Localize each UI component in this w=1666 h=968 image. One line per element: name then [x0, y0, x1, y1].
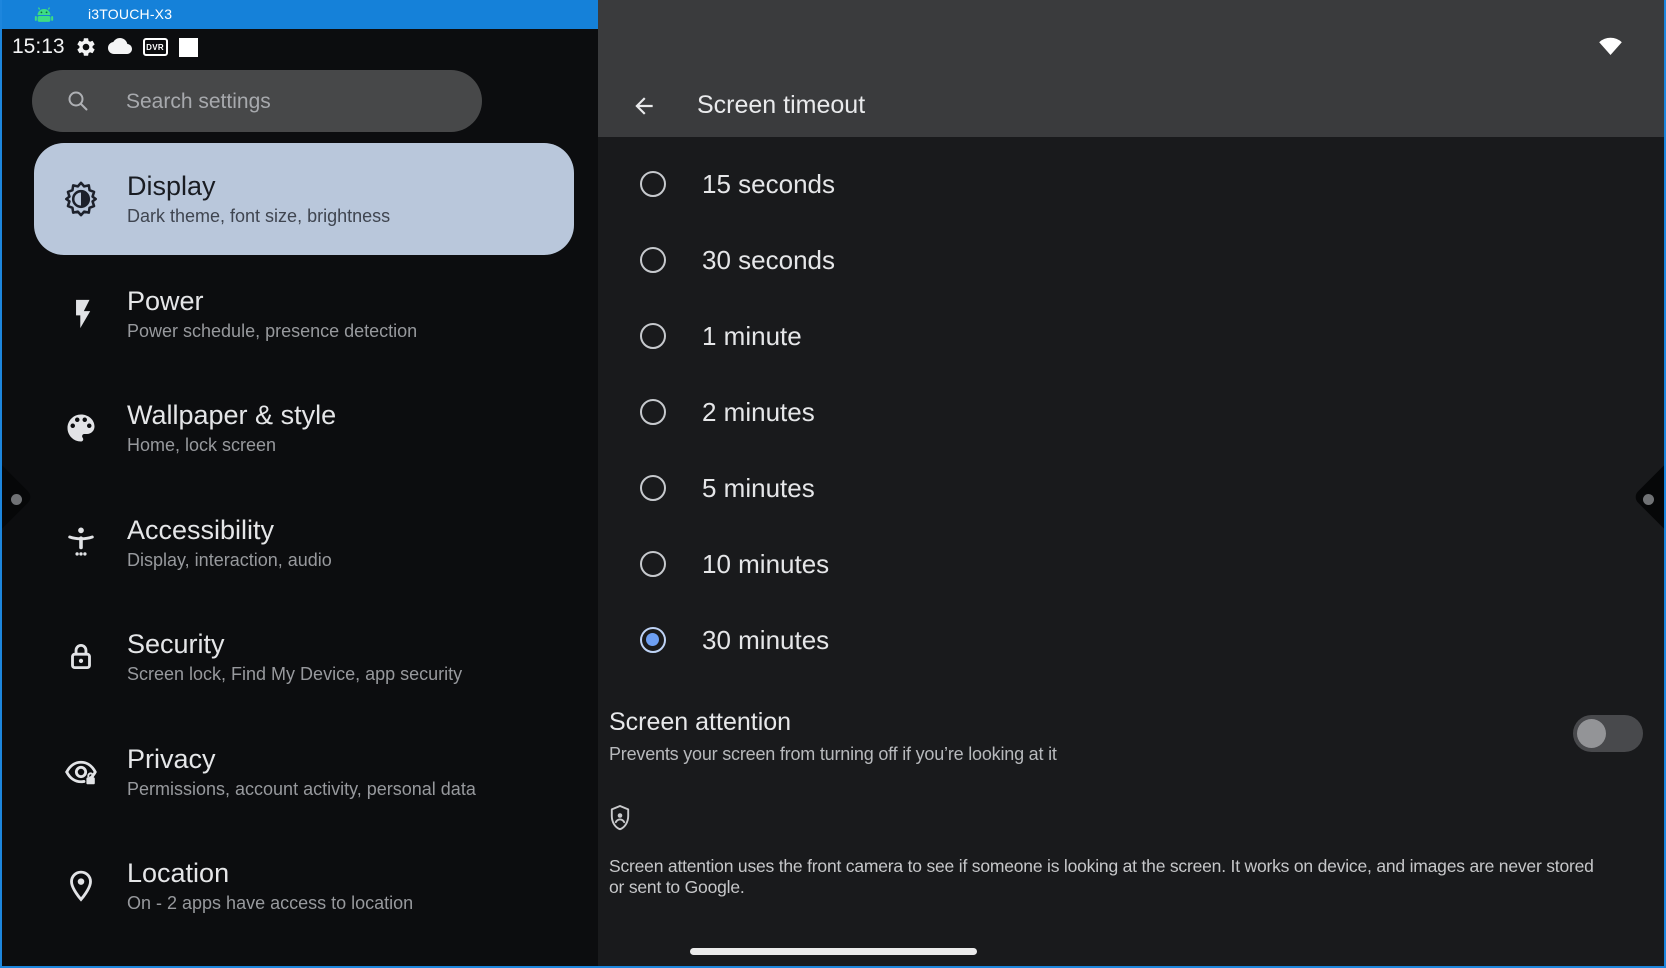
radio-icon: [640, 551, 666, 577]
navigation-handle[interactable]: [690, 948, 977, 955]
toggle-thumb: [1577, 719, 1606, 748]
option-2-minutes[interactable]: 2 minutes: [598, 374, 1664, 450]
gear-icon: [75, 36, 97, 58]
left-edge-tab-dot: [11, 494, 22, 505]
radio-icon: [640, 475, 666, 501]
android-screen: 15:13 DVR: [2, 29, 1664, 966]
sidebar-item-sublabel: Home, lock screen: [127, 434, 336, 456]
sidebar-item-sublabel: Permissions, account activity, personal …: [127, 778, 476, 800]
dvr-badge: DVR: [143, 38, 168, 56]
wifi-icon: [1598, 36, 1623, 61]
app-window: i3TOUCH-X3 15:13: [0, 0, 1666, 968]
accessibility-person-icon: [61, 523, 101, 563]
search-icon: [66, 89, 90, 113]
sidebar-item-wallpaper-style[interactable]: Wallpaper & style Home, lock screen: [2, 372, 598, 484]
content-header: Screen timeout: [598, 0, 1664, 137]
option-label: 10 minutes: [702, 549, 829, 580]
sidebar-item-sublabel: Dark theme, font size, brightness: [127, 205, 390, 227]
sidebar-item-sublabel: Power schedule, presence detection: [127, 320, 417, 342]
shield-person-icon: [608, 804, 632, 837]
sidebar-item-sublabel: Display, interaction, audio: [127, 549, 332, 571]
sidebar-item-label: Location: [127, 858, 413, 889]
sidebar-item-label: Wallpaper & style: [127, 400, 336, 431]
sidebar-item-power[interactable]: Power Power schedule, presence detection: [2, 258, 598, 370]
radio-icon: [640, 171, 666, 197]
sidebar-item-label: Privacy: [127, 744, 476, 775]
sidebar-item-security[interactable]: Security Screen lock, Find My Device, ap…: [2, 601, 598, 713]
right-edge-tab-dot: [1643, 494, 1654, 505]
sidebar-item-label: Security: [127, 629, 462, 660]
android-robot-icon: [33, 6, 55, 28]
option-label: 2 minutes: [702, 397, 815, 428]
screen-attention-toggle[interactable]: [1573, 715, 1643, 752]
sidebar-item-sublabel: On - 2 apps have access to location: [127, 892, 413, 914]
sidebar-item-accessibility[interactable]: Accessibility Display, interaction, audi…: [2, 487, 598, 599]
window-title: i3TOUCH-X3: [88, 6, 172, 22]
option-30-minutes-selected[interactable]: 30 minutes: [598, 602, 1664, 678]
eye-lock-icon: [61, 752, 101, 792]
option-label: 30 seconds: [702, 245, 835, 276]
screen-attention-note: Screen attention uses the front camera t…: [609, 856, 1594, 898]
radio-icon: [640, 323, 666, 349]
square-app-icon: [179, 38, 198, 57]
brightness-icon: [61, 179, 101, 219]
option-label: 30 minutes: [702, 625, 829, 656]
sidebar-item-label: Accessibility: [127, 515, 332, 546]
screen-attention-row: Screen attention Prevents your screen fr…: [609, 708, 1549, 765]
sidebar-item-location[interactable]: Location On - 2 apps have access to loca…: [2, 830, 598, 942]
sidebar-item-privacy[interactable]: Privacy Permissions, account activity, p…: [2, 716, 598, 828]
page-title: Screen timeout: [697, 91, 865, 120]
clock: 15:13: [12, 35, 65, 59]
screen-attention-subtitle: Prevents your screen from turning off if…: [609, 743, 1549, 765]
palette-icon: [61, 408, 101, 448]
option-5-minutes[interactable]: 5 minutes: [598, 450, 1664, 526]
option-15-seconds[interactable]: 15 seconds: [598, 146, 1664, 222]
sidebar-item-sublabel: Screen lock, Find My Device, app securit…: [127, 663, 462, 685]
arrow-left-icon: [631, 93, 657, 119]
status-bar: 15:13 DVR: [12, 34, 209, 60]
radio-icon: [640, 399, 666, 425]
radio-icon: [640, 247, 666, 273]
search-settings-field[interactable]: [32, 70, 482, 132]
option-label: 15 seconds: [702, 169, 835, 200]
back-button[interactable]: [622, 84, 666, 128]
option-1-minute[interactable]: 1 minute: [598, 298, 1664, 374]
search-input[interactable]: [124, 70, 468, 134]
cloud-icon: [108, 38, 132, 56]
lightning-bolt-icon: [61, 294, 101, 334]
lock-icon: [61, 637, 101, 677]
sidebar-item-display[interactable]: Display Dark theme, font size, brightnes…: [34, 143, 574, 255]
option-label: 1 minute: [702, 321, 802, 352]
option-10-minutes[interactable]: 10 minutes: [598, 526, 1664, 602]
location-pin-icon: [61, 866, 101, 906]
radio-selected-icon: [640, 627, 666, 653]
option-30-seconds[interactable]: 30 seconds: [598, 222, 1664, 298]
sidebar-item-label: Power: [127, 286, 417, 317]
sidebar-item-label: Display: [127, 171, 390, 202]
settings-sidebar: 15:13 DVR: [2, 29, 598, 966]
option-label: 5 minutes: [702, 473, 815, 504]
screen-attention-title: Screen attention: [609, 708, 1549, 737]
screen-timeout-panel: Screen timeout 15 seconds 30 seconds 1 m…: [598, 29, 1664, 966]
